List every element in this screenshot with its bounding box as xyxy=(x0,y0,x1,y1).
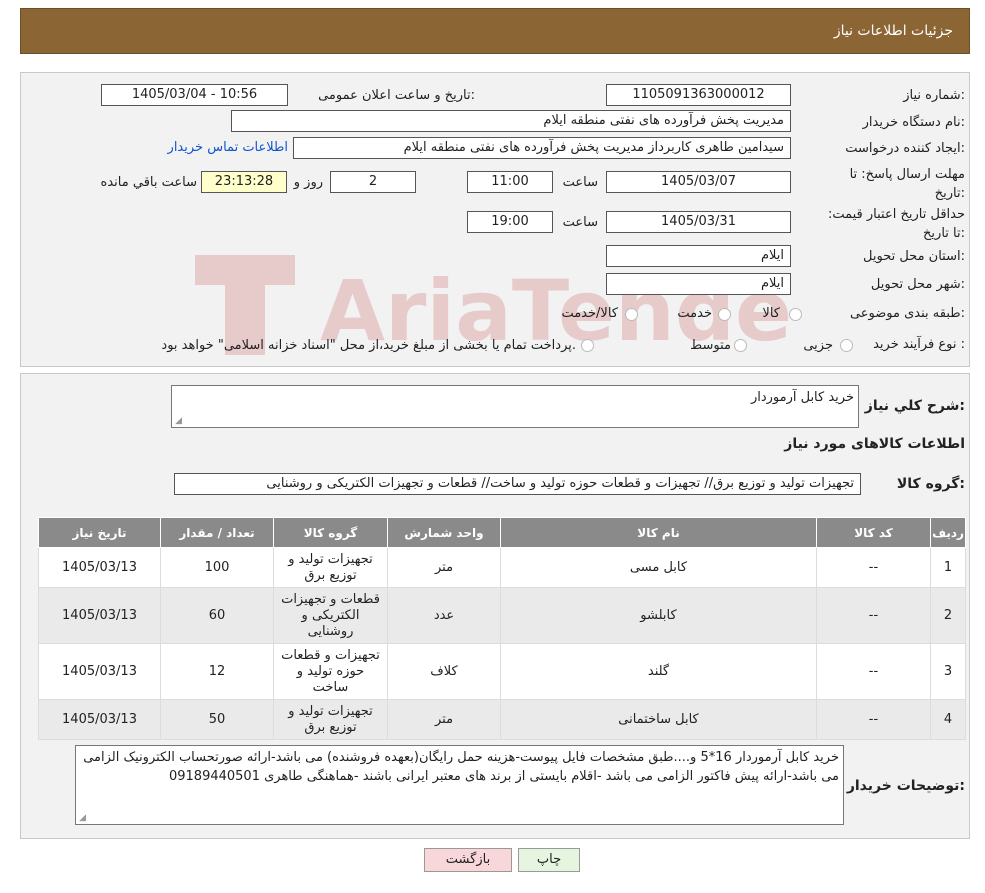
item-code: -- xyxy=(816,643,931,700)
need-number-field: 1105091363000012 xyxy=(606,84,791,106)
page-header: جزئیات اطلاعات نیاز xyxy=(20,8,970,54)
item-date: 1405/03/13 xyxy=(38,587,161,644)
price-date-field: 1405/03/31 xyxy=(606,211,791,233)
category-service-label: خدمت xyxy=(677,306,712,321)
province-label: استان محل تحویل: xyxy=(863,249,965,264)
need-number-label: شماره نیاز: xyxy=(903,88,965,103)
item-code: -- xyxy=(816,547,931,588)
process-label: نوع فرآیند خرید : xyxy=(873,337,965,352)
item-quantity: 100 xyxy=(160,547,274,588)
item-unit: عدد xyxy=(387,587,501,644)
row-number: 3 xyxy=(930,643,966,700)
page-title: جزئیات اطلاعات نیاز xyxy=(833,23,953,39)
item-group: تجهیزات و قطعات حوزه تولید و ساخت xyxy=(273,643,388,700)
col-header-unit: واحد شمارش xyxy=(387,517,501,548)
days-field: 2 xyxy=(330,171,416,193)
process-note: پرداخت تمام یا بخشی از مبلغ خرید،از محل … xyxy=(161,338,576,353)
table-row: 3 -- گلند کلاف تجهیزات و قطعات حوزه تولی… xyxy=(38,643,966,700)
col-header-code: کد کالا xyxy=(816,517,931,548)
item-group: تجهیزات تولید و توزیع برق xyxy=(273,699,388,740)
summary-label: شرح کلي نیاز: xyxy=(864,398,965,414)
col-header-quantity: تعداد / مقدار xyxy=(160,517,274,548)
row-number: 2 xyxy=(930,587,966,644)
item-code: -- xyxy=(816,699,931,740)
table-row: 1 -- کابل مسی متر تجهیزات تولید و توزیع … xyxy=(38,547,966,588)
category-label: طبقه بندی موضوعی: xyxy=(849,306,965,321)
city-label: شهر محل تحویل: xyxy=(870,277,965,292)
price-time-field: 19:00 xyxy=(467,211,553,233)
contact-buyer-link[interactable]: اطلاعات تماس خریدار xyxy=(168,140,288,155)
item-name: کابل مسی xyxy=(500,547,817,588)
item-code: -- xyxy=(816,587,931,644)
creator-label: ایجاد کننده درخواست: xyxy=(845,141,965,156)
table-row: 4 -- کابل ساختمانی متر تجهیزات تولید و ت… xyxy=(38,699,966,740)
item-quantity: 50 xyxy=(160,699,274,740)
province-field: ایلام xyxy=(606,245,791,267)
buyer-notes-label: توضیحات خریدار: xyxy=(846,778,965,794)
row-number: 1 xyxy=(930,547,966,588)
remaining-time-field: 23:13:28 xyxy=(201,171,287,193)
buyer-notes-field: خرید کابل آرموردار 16*5 و....طبق مشخصات … xyxy=(75,745,844,825)
category-goods-radio-icon[interactable] xyxy=(789,308,802,321)
item-date: 1405/03/13 xyxy=(38,699,161,740)
price-time-label: ساعت xyxy=(562,215,598,230)
resize-grip-icon[interactable]: ◢ xyxy=(78,814,86,823)
items-table: ردیف کد کالا نام کالا واحد شمارش گروه کا… xyxy=(38,517,966,740)
days-label: روز و xyxy=(293,175,323,190)
item-name: کابلشو xyxy=(500,587,817,644)
item-date: 1405/03/13 xyxy=(38,547,161,588)
summary-text: خرید کابل آرموردار xyxy=(750,390,854,405)
city-field: ایلام xyxy=(606,273,791,295)
category-goods-service-label: کالا/خدمت xyxy=(561,306,618,321)
item-unit: کلاف xyxy=(387,643,501,700)
item-group: تجهیزات تولید و توزیع برق xyxy=(273,547,388,588)
summary-field: خرید کابل آرموردار ◢ xyxy=(171,385,859,428)
back-button[interactable]: بازگشت xyxy=(424,848,512,872)
item-quantity: 12 xyxy=(160,643,274,700)
resize-grip-icon[interactable]: ◢ xyxy=(174,417,182,426)
item-name: گلند xyxy=(500,643,817,700)
buyer-org-field: مدیریت پخش فرآورده های نفتی منطقه ایلام xyxy=(231,110,791,132)
items-title: اطلاعات کالاهای مورد نیاز xyxy=(784,436,965,452)
row-number: 4 xyxy=(930,699,966,740)
process-minor-label: جزیی xyxy=(803,338,833,353)
item-name: کابل ساختمانی xyxy=(500,699,817,740)
table-header-row: ردیف کد کالا نام کالا واحد شمارش گروه کا… xyxy=(38,517,966,548)
reply-time-label: ساعت xyxy=(562,175,598,190)
table-row: 2 -- کابلشو عدد قطعات و تجهیزات الکتریکی… xyxy=(38,587,966,644)
group-label: گروه کالا: xyxy=(896,476,965,492)
category-goods-label: کالا xyxy=(762,306,780,321)
col-header-group: گروه کالا xyxy=(273,517,388,548)
reply-deadline-label: مهلت ارسال پاسخ: تا تاریخ: xyxy=(849,167,965,201)
remaining-label: ساعت باقي مانده xyxy=(100,175,197,190)
process-medium-radio-icon[interactable] xyxy=(734,339,747,352)
reply-time-field: 11:00 xyxy=(467,171,553,193)
announce-label: تاریخ و ساعت اعلان عمومی: xyxy=(318,88,475,103)
buyer-org-label: نام دستگاه خریدار: xyxy=(862,115,965,130)
col-header-name: نام کالا xyxy=(500,517,817,548)
col-header-date: تاریخ نیاز xyxy=(38,517,161,548)
price-validity-label: حداقل تاریخ اعتبار قیمت: تا تاریخ: xyxy=(827,207,965,241)
item-unit: متر xyxy=(387,547,501,588)
group-field: تجهیزات تولید و توزیع برق// تجهیزات و قط… xyxy=(174,473,861,495)
col-header-row-number: ردیف xyxy=(930,517,966,548)
process-minor-radio-icon[interactable] xyxy=(840,339,853,352)
buyer-notes-text: خرید کابل آرموردار 16*5 و....طبق مشخصات … xyxy=(83,750,839,784)
creator-field: سیدامین طاهری کاربرداز مدیریت پخش فرآورد… xyxy=(293,137,791,159)
print-button[interactable]: چاپ xyxy=(518,848,580,872)
category-service-radio-icon[interactable] xyxy=(718,308,731,321)
item-group: قطعات و تجهیزات الکتریکی و روشنایی xyxy=(273,587,388,644)
item-quantity: 60 xyxy=(160,587,274,644)
reply-date-field: 1405/03/07 xyxy=(606,171,791,193)
item-date: 1405/03/13 xyxy=(38,643,161,700)
item-unit: متر xyxy=(387,699,501,740)
announce-field: 1405/03/04 - 10:56 xyxy=(101,84,288,106)
process-medium-label: متوسط xyxy=(690,338,731,353)
category-goods-service-radio-icon[interactable] xyxy=(625,308,638,321)
process-treasury-checkbox-icon[interactable] xyxy=(581,339,594,352)
